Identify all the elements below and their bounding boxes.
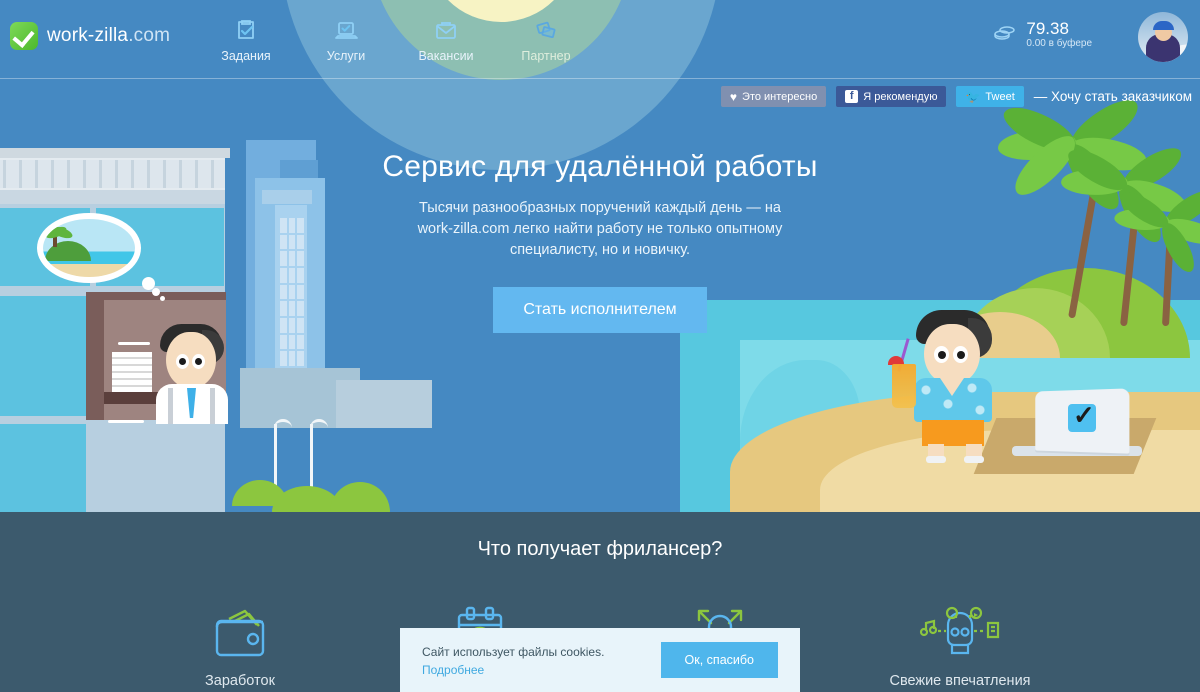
laptop-check-logo <box>1068 400 1096 432</box>
coins-icon <box>993 22 1017 47</box>
cookie-notice: Сайт использует файлы cookies. Подробнее… <box>400 628 800 692</box>
facebook-label: Я рекомендую <box>863 90 938 103</box>
like-label: Это интересно <box>742 90 818 103</box>
heart-icon: ♥ <box>729 89 738 104</box>
briefcase-icon <box>415 16 477 46</box>
freelancer-eye-left <box>934 346 949 363</box>
cocktail-glass <box>892 364 916 408</box>
nav-label: Партнер <box>521 49 571 63</box>
page-root: work-zilla.com Задания <box>0 0 1200 692</box>
nav-label: Вакансии <box>418 49 474 63</box>
hero-subtitle-line3: специалисту, но и новичку. <box>509 242 691 259</box>
freelancer-eye-right <box>953 346 968 363</box>
balance-widget[interactable]: 79.38 0.00 в буфере <box>993 20 1092 49</box>
freelancer-shorts <box>922 420 984 446</box>
feature-item-impressions: Свежие впечатления <box>840 597 1080 689</box>
worker-eye-right <box>192 354 205 369</box>
worker-eye-left <box>176 354 189 369</box>
office-worker-character <box>150 322 236 424</box>
hero-subtitle-line2: work-zilla.com легко найти работу не тол… <box>417 221 783 238</box>
speed-line-2 <box>112 352 152 355</box>
avatar[interactable] <box>1138 12 1188 62</box>
become-customer-link[interactable]: — Хочу стать заказчиком <box>1034 89 1192 104</box>
office-window-4 <box>0 424 86 512</box>
nav-label: Задания <box>221 49 271 63</box>
like-button[interactable]: ♥ Это интересно <box>720 86 827 107</box>
cookie-more-link[interactable]: Подробнее <box>422 663 604 677</box>
nav-item-partner[interactable]: Партнер <box>515 16 577 63</box>
header-divider <box>0 78 1200 79</box>
cookie-message-block: Сайт использует файлы cookies. Подробнее <box>422 643 604 677</box>
balance-buffer: 0.00 в буфере <box>1026 37 1092 49</box>
features-title: Что получает фрилансер? <box>477 538 723 560</box>
handshake-cards-icon <box>515 16 577 46</box>
laptop-check-icon <box>315 16 377 46</box>
feature-label: Заработок <box>205 673 275 689</box>
site-logo[interactable]: work-zilla.com <box>10 22 170 50</box>
nav-label: Услуги <box>326 49 366 63</box>
balance-amount: 79.38 <box>1026 19 1069 38</box>
nav-item-zadaniya[interactable]: Задания <box>215 16 277 63</box>
freelancer-shoe-right <box>964 456 984 463</box>
site-header: work-zilla.com Задания Услуги Вакансии П… <box>0 0 1200 79</box>
nav-item-uslugi[interactable]: Услуги <box>315 16 377 63</box>
bush-3 <box>330 482 390 512</box>
logo-text: work-zilla.com <box>47 25 170 47</box>
cookie-text: Сайт использует файлы cookies. <box>422 645 605 660</box>
speed-line-1 <box>118 342 150 345</box>
street-lamp-2 <box>310 419 328 488</box>
logo-check-icon <box>10 22 38 50</box>
street-lamp-1 <box>274 419 292 488</box>
hero-section: Сервис для удалённой работы Тысячи разно… <box>0 150 1200 334</box>
twitter-share-button[interactable]: 🐦 Tweet <box>956 86 1024 107</box>
clipboard-check-icon <box>215 16 277 46</box>
logo-name: work-zilla <box>47 25 129 46</box>
hero-title: Сервис для удалённой работы <box>382 150 818 183</box>
worker-strap-right <box>210 388 215 424</box>
twitter-icon: 🐦 <box>965 89 981 104</box>
twitter-label: Tweet <box>985 90 1015 103</box>
worker-strap-left <box>168 388 173 424</box>
logo-domain: .com <box>128 25 171 46</box>
hero-subtitle-line1: Тысячи разнообразных поручений каждый де… <box>419 200 781 216</box>
nav-item-vakansii[interactable]: Вакансии <box>415 16 477 63</box>
building-6 <box>336 380 432 428</box>
become-performer-button[interactable]: Стать исполнителем <box>493 287 707 334</box>
person-media-icon <box>840 597 1080 663</box>
cookie-accept-button[interactable]: Ок, спасибо <box>660 642 778 678</box>
worker-head <box>166 332 216 388</box>
feature-item-earnings: Заработок <box>120 597 360 689</box>
facebook-icon: f <box>845 90 859 103</box>
wallet-icon <box>120 597 360 663</box>
feature-label: Свежие впечатления <box>889 673 1031 689</box>
freelancer-shoe-left <box>926 456 946 463</box>
social-share-bar: ♥ Это интересно f Я рекомендую 🐦 Tweet —… <box>720 86 1192 107</box>
speed-line-3 <box>108 420 144 423</box>
facebook-share-button[interactable]: f Я рекомендую <box>836 86 947 107</box>
paper-stack <box>112 352 152 392</box>
main-navigation: Задания Услуги Вакансии Партнер <box>215 16 577 63</box>
